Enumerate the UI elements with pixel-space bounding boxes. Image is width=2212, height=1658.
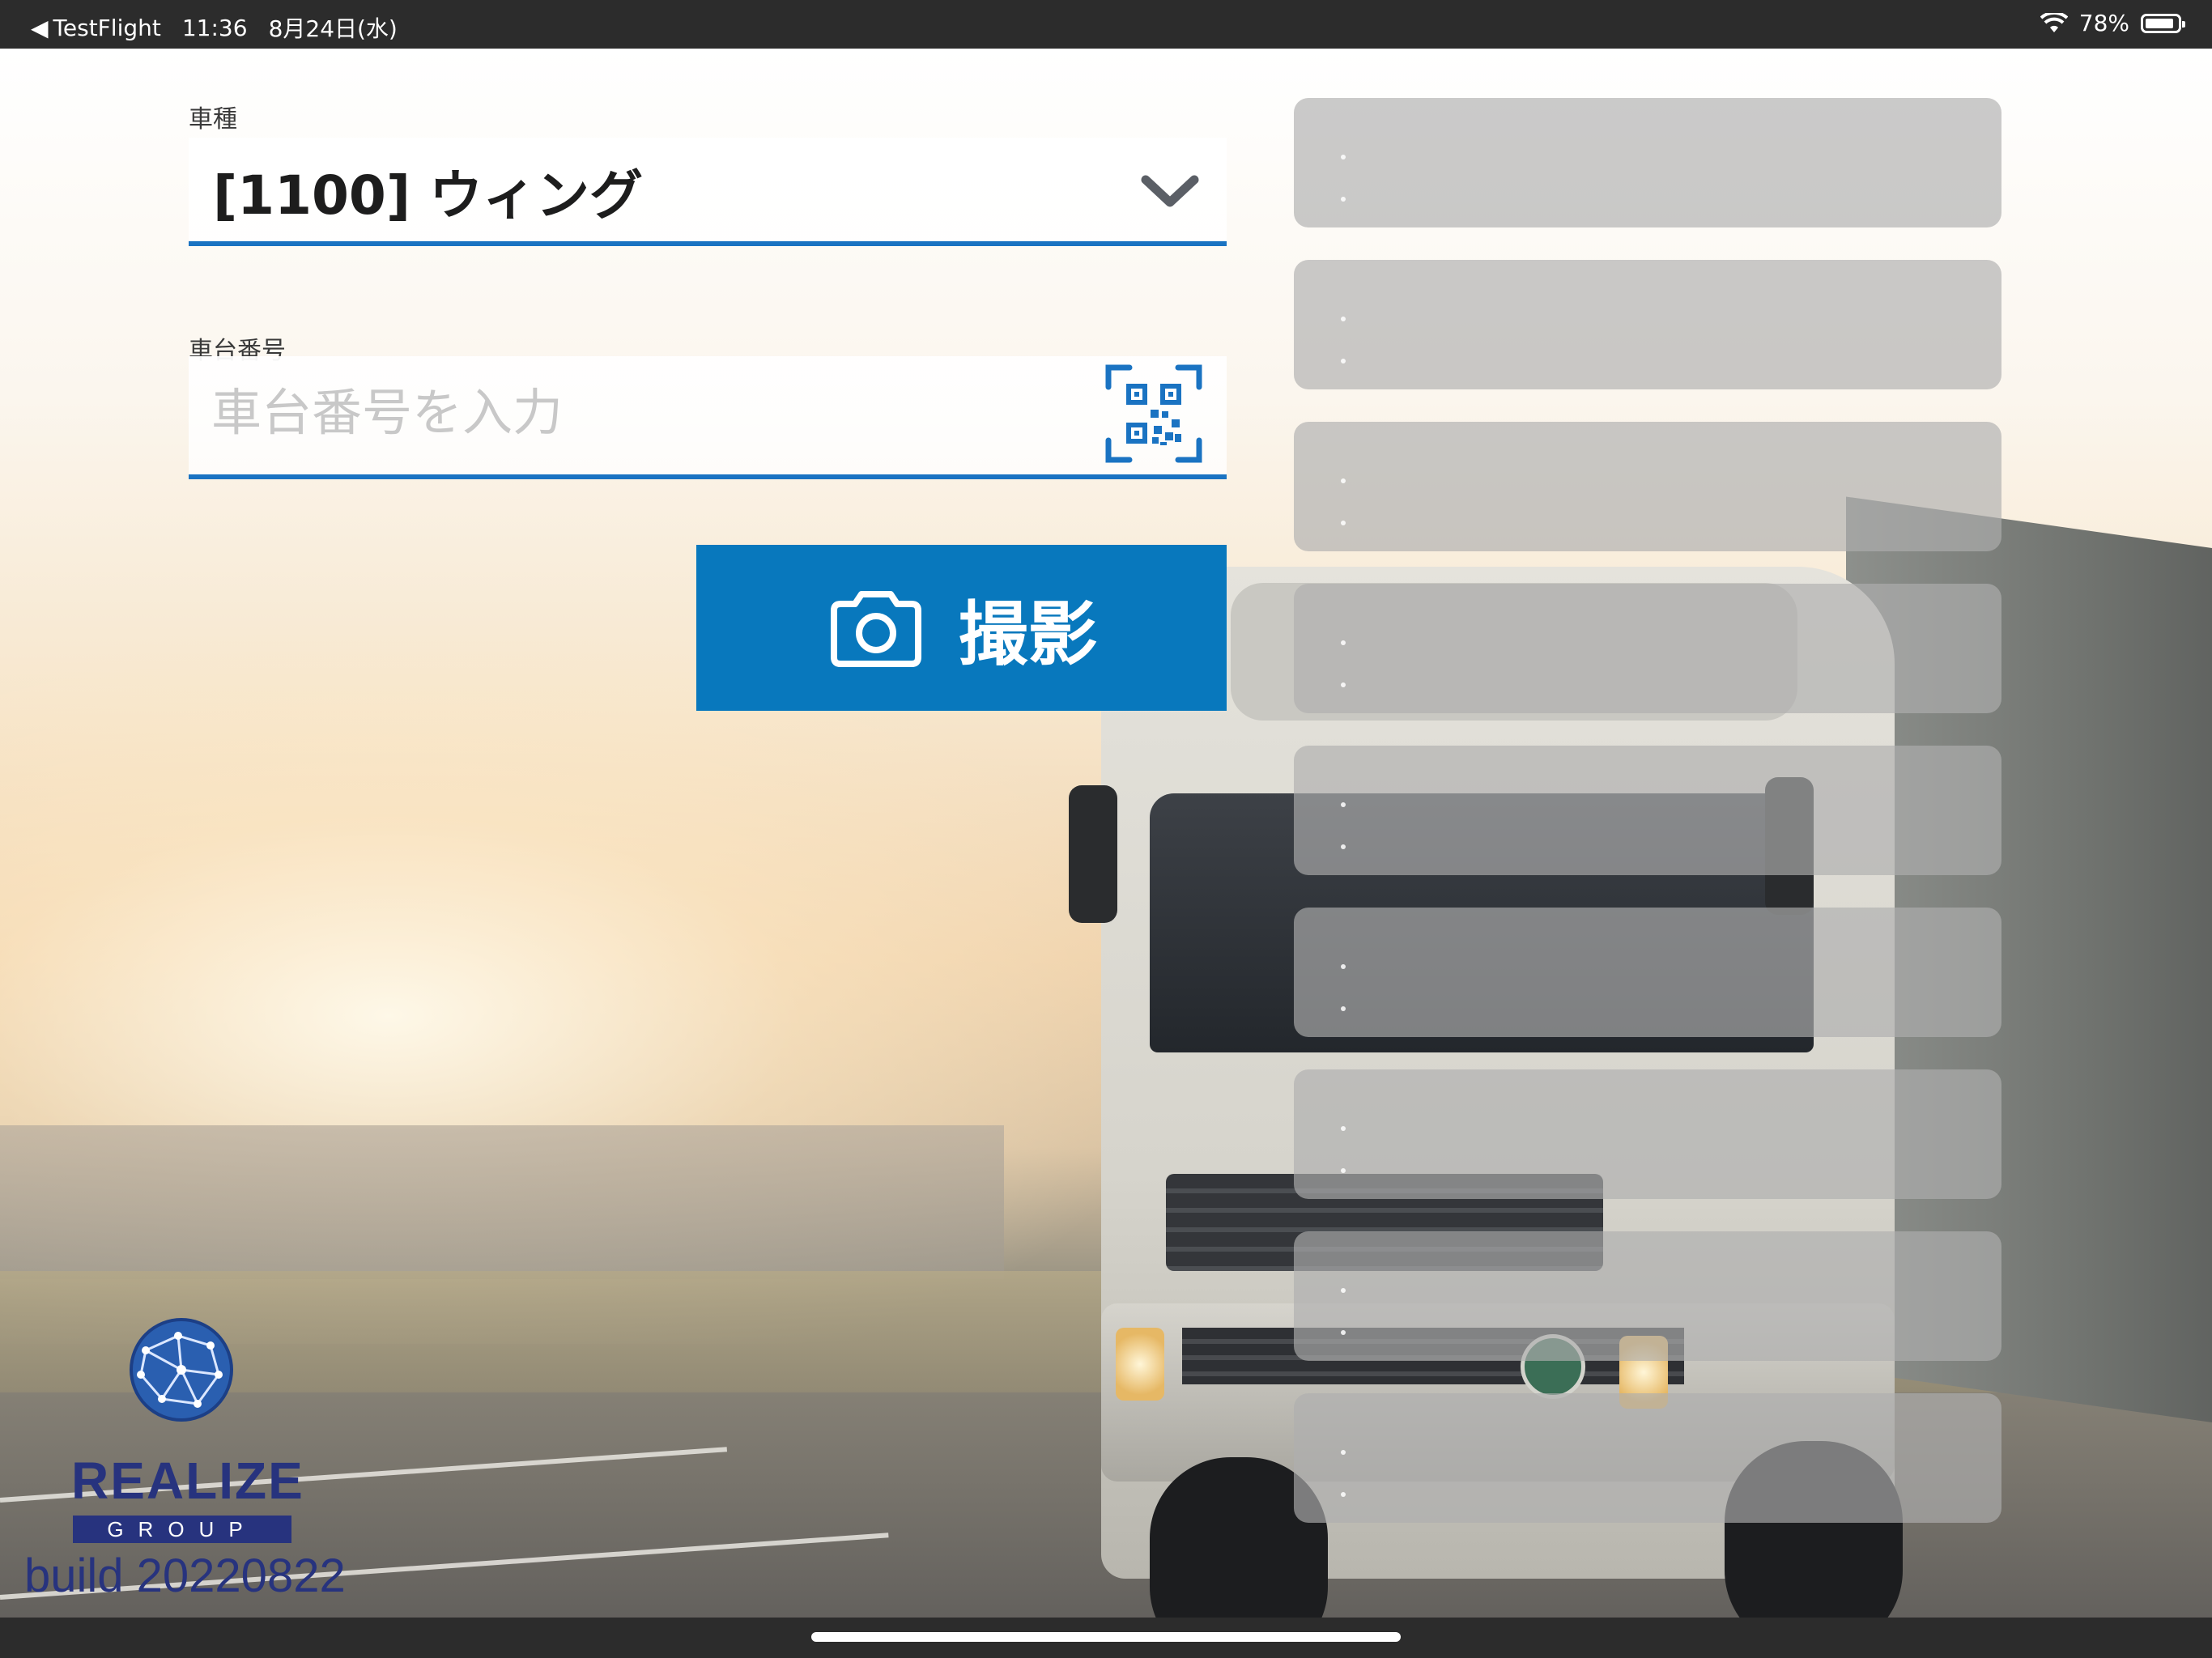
shoot-button[interactable]: 撮影 [696,545,1227,711]
home-indicator[interactable] [811,1632,1401,1642]
status-time: 11:36 [181,14,248,41]
placeholder-panel[interactable] [1294,908,2001,1037]
placeholder-panel[interactable] [1294,1069,2001,1199]
globe-network-icon [130,1318,233,1422]
placeholder-panel[interactable] [1294,1231,2001,1361]
back-app-name: TestFlight [53,14,161,41]
camera-icon [830,590,921,667]
logo-name: REALIZE [71,1452,304,1510]
vehicle-type-select[interactable]: [1100] ウィング [189,138,1227,246]
status-bar: ◀ TestFlight 11:36 8月24日(水) 78% [0,0,2212,49]
battery-percent: 78% [2078,10,2129,36]
realize-group-logo: REALIZE GROUP build 20220822 [16,1318,356,1602]
placeholder-panel[interactable] [1294,98,2001,227]
placeholder-panel[interactable] [1294,260,2001,389]
placeholder-panel[interactable] [1294,422,2001,551]
qr-scan-icon[interactable] [1104,361,1204,466]
chassis-number-input[interactable] [210,371,1023,453]
placeholder-panel[interactable] [1294,746,2001,875]
build-version: build 20220822 [24,1550,346,1602]
battery-icon [2141,13,2185,33]
home-indicator-bar [0,1618,2212,1658]
chevron-down-icon [1141,175,1199,207]
wifi-icon [2040,12,2068,32]
shoot-button-label: 撮影 [958,594,1098,675]
back-arrow-icon: ◀ [31,14,49,41]
chassis-number-field-wrapper [189,356,1227,479]
logo-group: GROUP [73,1516,291,1543]
placeholder-panel[interactable] [1294,584,2001,713]
placeholder-panel[interactable] [1294,1393,2001,1523]
back-to-app-link[interactable]: ◀ TestFlight [31,15,161,41]
status-date: 8月24日(水) [268,15,398,42]
vehicle-type-label: 車種 [189,105,237,134]
vehicle-type-value: [1100] ウィング [213,164,643,227]
